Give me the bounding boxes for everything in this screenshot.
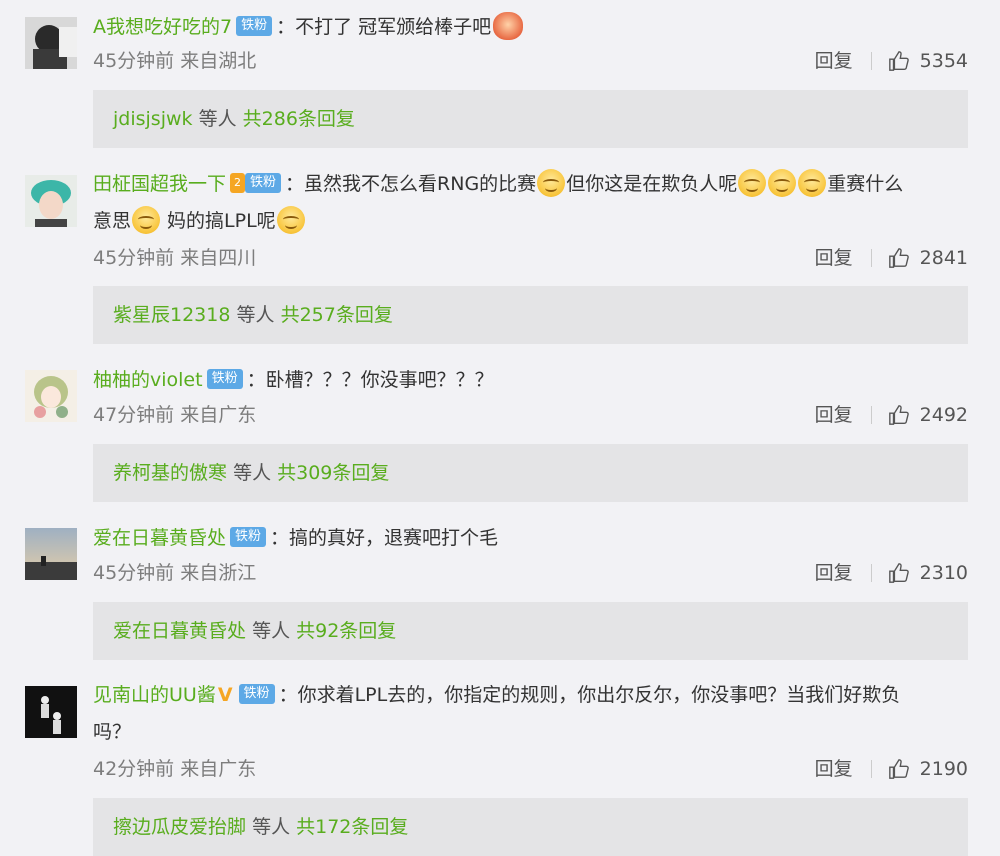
location: 来自广东 <box>180 404 257 426</box>
location: 来自广东 <box>180 758 257 780</box>
comment-actions: 回复 5354 <box>815 47 968 75</box>
reply-button[interactable]: 回复 <box>815 401 853 429</box>
angry-emoji-icon <box>493 12 524 40</box>
username[interactable]: 柚柚的violet <box>93 369 203 391</box>
comment-text-row: A我想吃好吃的7 铁粉 ：不打了 冠军颁给棒子吧 <box>93 9 970 46</box>
fan-badge[interactable]: 铁粉 <box>230 527 267 547</box>
location: 来自浙江 <box>180 562 257 584</box>
reply-button[interactable]: 回复 <box>815 755 853 783</box>
reply-users[interactable]: 爱在日暮黄昏处 <box>113 620 246 642</box>
username[interactable]: 见南山的UU酱 <box>93 684 216 706</box>
reply-etc: 等人 <box>233 462 272 484</box>
like-count: 2190 <box>919 758 968 780</box>
thumbs-up-icon[interactable] <box>888 247 910 269</box>
comment-actions: 回复 2841 <box>815 244 968 272</box>
fan-badge[interactable]: 铁粉 <box>206 369 243 389</box>
reply-etc: 等人 <box>198 108 237 130</box>
timestamp: 47分钟前 <box>93 404 175 426</box>
avatar[interactable] <box>25 17 77 69</box>
thumbs-up-icon[interactable] <box>888 562 910 584</box>
reply-count-link[interactable]: 共172条回复 <box>296 816 408 838</box>
timestamp: 45分钟前 <box>93 562 175 584</box>
reply-etc: 等人 <box>236 304 275 326</box>
comment-text: 意思 <box>93 210 132 232</box>
comment-text: 搞的真好，退赛吧打个毛 <box>289 527 499 549</box>
reply-users[interactable]: jdisjsjwk <box>113 108 193 130</box>
reply-etc: 等人 <box>252 620 291 642</box>
avatar[interactable] <box>25 528 77 580</box>
divider <box>870 564 872 582</box>
comment-text-row: 田柾国超我一下 2 铁粉 ：虽然我不怎么看RNG的比赛 但你这是在欺负人呢 重赛什么 意思 … <box>93 166 970 240</box>
comment-text: 卧槽？？？你没事吧？？？ <box>265 369 494 391</box>
smile-emoji-icon <box>738 169 767 197</box>
comment-meta: 42分钟前 来自广东 <box>93 755 256 783</box>
comment-text-row: 爱在日暮黄昏处 铁粉 ：搞的真好，退赛吧打个毛 <box>93 527 499 549</box>
fan-badge[interactable]: 铁粉 <box>245 173 282 193</box>
reply-users[interactable]: 养柯基的傲寒 <box>113 462 227 484</box>
divider <box>870 760 872 778</box>
divider <box>870 249 872 267</box>
reply-count-link[interactable]: 共286条回复 <box>243 108 355 130</box>
username[interactable]: A我想吃好吃的7 <box>93 16 232 38</box>
location: 来自湖北 <box>180 50 257 72</box>
smile-emoji-icon <box>798 169 827 197</box>
comment-meta: 45分钟前 来自四川 <box>93 244 256 272</box>
thumbs-up-icon[interactable] <box>888 758 910 780</box>
avatar[interactable] <box>25 175 77 227</box>
comment-text: 妈的搞LPL呢 <box>161 210 276 232</box>
reply-summary[interactable]: 爱在日暮黄昏处 等人 共92条回复 <box>93 602 968 660</box>
timestamp: 45分钟前 <box>93 50 175 72</box>
comment-actions: 回复 2190 <box>815 755 968 783</box>
comment-text: 不打了 冠军颁给棒子吧 <box>295 16 492 38</box>
reply-summary[interactable]: 紫星辰12318 等人 共257条回复 <box>93 286 968 344</box>
fan-badge[interactable]: 铁粉 <box>238 684 275 704</box>
reply-etc: 等人 <box>252 816 291 838</box>
timestamp: 42分钟前 <box>93 758 175 780</box>
divider <box>870 52 872 70</box>
comment-text: 但你这是在欺负人呢 <box>566 173 738 195</box>
comment-text: 吗？ <box>93 721 132 743</box>
reply-button[interactable]: 回复 <box>815 47 853 75</box>
reply-summary[interactable]: 擦边瓜皮爱抬脚 等人 共172条回复 <box>93 798 968 856</box>
comment-actions: 回复 2492 <box>815 401 968 429</box>
comment-actions: 回复 2310 <box>815 559 968 587</box>
comment-text-row: 柚柚的violet 铁粉 ：卧槽？？？你没事吧？？？ <box>93 369 494 391</box>
location: 来自四川 <box>180 247 257 269</box>
reply-count-link[interactable]: 共257条回复 <box>281 304 393 326</box>
smile-emoji-icon <box>276 206 305 234</box>
reply-button[interactable]: 回复 <box>815 559 853 587</box>
reply-button[interactable]: 回复 <box>815 244 853 272</box>
thumbs-up-icon[interactable] <box>888 404 910 426</box>
thumbs-up-icon[interactable] <box>888 50 910 72</box>
comment-meta: 45分钟前 来自湖北 <box>93 47 256 75</box>
smile-emoji-icon <box>132 206 161 234</box>
divider <box>870 406 872 424</box>
reply-users[interactable]: 擦边瓜皮爱抬脚 <box>113 816 246 838</box>
reply-count-link[interactable]: 共92条回复 <box>296 620 396 642</box>
timestamp: 45分钟前 <box>93 247 175 269</box>
verified-v-icon: V <box>217 684 233 706</box>
like-count: 2310 <box>919 562 968 584</box>
like-count: 5354 <box>919 50 968 72</box>
reply-users[interactable]: 紫星辰12318 <box>113 304 230 326</box>
comment-text: 虽然我不怎么看RNG的比赛 <box>304 173 537 195</box>
fan-badge[interactable]: 铁粉 <box>236 16 273 36</box>
comment-text: 重赛什么 <box>827 173 904 195</box>
comment-meta: 47分钟前 来自广东 <box>93 401 256 429</box>
avatar[interactable] <box>25 370 77 422</box>
reply-summary[interactable]: jdisjsjwk 等人 共286条回复 <box>93 90 968 148</box>
reply-summary[interactable]: 养柯基的傲寒 等人 共309条回复 <box>93 444 968 502</box>
like-count: 2492 <box>919 404 968 426</box>
smile-emoji-icon <box>768 169 797 197</box>
username[interactable]: 田柾国超我一下 <box>93 173 226 195</box>
comment-text: 你求着LPL去的，你指定的规则，你出尔反尔，你没事吧？当我们好欺负 <box>297 684 901 706</box>
comment-meta: 45分钟前 来自浙江 <box>93 559 256 587</box>
username[interactable]: 爱在日暮黄昏处 <box>93 527 226 549</box>
reply-count-link[interactable]: 共309条回复 <box>277 462 389 484</box>
comment-text-row: 见南山的UU酱 V 铁粉 ：你求着LPL去的，你指定的规则，你出尔反尔，你没事吧？当我… <box>93 684 901 743</box>
like-count: 2841 <box>919 247 968 269</box>
crown-badge[interactable]: 2 <box>230 173 246 193</box>
avatar[interactable] <box>25 686 77 738</box>
smile-emoji-icon <box>537 169 566 197</box>
